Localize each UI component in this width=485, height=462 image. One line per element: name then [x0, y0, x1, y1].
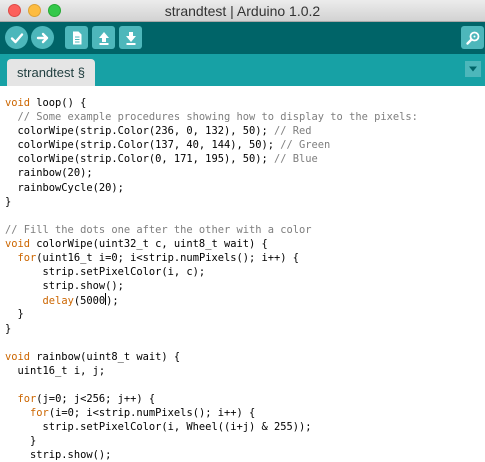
code-line[interactable]: strip.setPixelColor(i, Wheel((i+j) & 255… [5, 420, 418, 434]
code-token: } [5, 435, 37, 448]
code-comment: // Some example procedures showing how t… [5, 111, 418, 124]
code-token: ); [106, 295, 119, 308]
code-token: } [5, 195, 12, 208]
upload-button[interactable] [31, 26, 54, 49]
code-line[interactable] [5, 378, 418, 392]
code-keyword: for [17, 252, 37, 265]
code-line[interactable]: colorWipe(strip.Color(236, 0, 132), 50);… [5, 124, 418, 138]
code-token: strip.show(); [5, 449, 112, 462]
tab-menu-button[interactable] [465, 61, 481, 77]
code-line[interactable]: colorWipe(strip.Color(137, 40, 144), 50)… [5, 138, 418, 152]
code-token: (uint16_t i=0; i<strip.numPixels(); i++)… [36, 252, 300, 265]
open-button[interactable] [92, 26, 115, 49]
code-token: colorWipe(strip.Color(0, 171, 195), 50); [5, 153, 274, 166]
code-token: colorWipe(strip.Color(137, 40, 144), 50)… [5, 139, 281, 152]
code-text[interactable]: void loop() { // Some example procedures… [5, 96, 418, 462]
code-line[interactable]: strip.show(); [5, 448, 418, 462]
serial-monitor-button[interactable] [461, 26, 484, 49]
code-line[interactable]: rainbow(20); [5, 166, 418, 180]
code-line[interactable] [5, 209, 418, 223]
code-line[interactable]: } [5, 307, 418, 321]
code-keyword: for [30, 407, 49, 420]
code-comment: // Green [280, 139, 331, 152]
code-token: colorWipe(strip.Color(236, 0, 132), 50); [5, 125, 274, 138]
code-token: strip.setPixelColor(i, Wheel((i+j) & 255… [5, 421, 312, 434]
arrow-down-icon [125, 31, 136, 45]
code-keyword: void [5, 97, 31, 109]
code-line[interactable]: uint16_t i, j; [5, 364, 418, 378]
tab-bar: strandtest § [0, 54, 485, 86]
code-line[interactable]: // Some example procedures showing how t… [5, 110, 418, 124]
code-line[interactable]: void rainbow(uint8_t wait) { [5, 350, 418, 364]
code-comment: // Blue [274, 153, 318, 166]
code-line[interactable]: for(uint16_t i=0; i<strip.numPixels(); i… [5, 251, 418, 265]
code-comment: // Red [274, 125, 312, 138]
code-token: rainbowCycle(20); [5, 181, 124, 194]
checkmark-icon [10, 32, 23, 43]
code-token: rainbow(uint8_t wait) { [30, 350, 181, 363]
code-comment: // Fill the dots one after the other wit… [5, 223, 312, 236]
code-line[interactable]: delay(5000); [5, 293, 418, 307]
code-line[interactable]: // Fill the dots one after the other wit… [5, 223, 418, 237]
arrow-right-icon [36, 32, 48, 43]
magnifier-icon [465, 31, 479, 45]
arrow-up-icon [98, 31, 109, 45]
code-token: colorWipe(uint32_t c, uint8_t wait) { [30, 237, 268, 250]
code-line[interactable]: for(j=0; j<256; j++) { [5, 392, 418, 406]
code-keyword: delay [42, 295, 74, 308]
code-token: strip.setPixelColor(i, c); [5, 266, 206, 279]
code-keyword: for [17, 392, 37, 405]
code-token: loop() { [30, 97, 87, 109]
code-line[interactable]: for(i=0; i<strip.numPixels(); i++) { [5, 406, 418, 420]
new-button[interactable] [65, 26, 88, 49]
code-line[interactable]: rainbowCycle(20); [5, 181, 418, 195]
code-line[interactable]: } [5, 434, 418, 448]
code-line[interactable]: colorWipe(strip.Color(0, 171, 195), 50);… [5, 152, 418, 166]
code-keyword: void [5, 237, 31, 250]
code-token: rainbow(20); [5, 167, 93, 180]
code-line[interactable]: strip.setPixelColor(i, c); [5, 265, 418, 279]
code-token: (j=0; j<256; j++) { [36, 392, 156, 405]
code-line[interactable] [5, 336, 418, 350]
code-token: uint16_t i, j; [5, 364, 106, 377]
code-token: (i=0; i<strip.numPixels(); i++) { [48, 407, 256, 420]
title-bar: strandtest | Arduino 1.0.2 [0, 0, 485, 22]
tab-strandtest[interactable]: strandtest § [7, 59, 95, 86]
code-token: } [5, 322, 12, 335]
toolbar [0, 22, 485, 54]
save-button[interactable] [119, 26, 142, 49]
code-line[interactable]: void loop() { [5, 96, 418, 110]
code-line[interactable]: } [5, 195, 418, 209]
window-title: strandtest | Arduino 1.0.2 [164, 3, 321, 19]
document-icon [72, 31, 81, 44]
verify-button[interactable] [5, 26, 28, 49]
code-editor[interactable]: void loop() { // Some example procedures… [0, 86, 485, 461]
code-line[interactable]: void colorWipe(uint32_t c, uint8_t wait)… [5, 237, 418, 251]
code-token: strip.show(); [5, 280, 124, 293]
code-line[interactable]: } [5, 322, 418, 336]
code-keyword: void [5, 350, 31, 363]
triangle-down-icon [469, 66, 477, 72]
code-token: } [5, 308, 24, 321]
code-line[interactable]: strip.show(); [5, 279, 418, 293]
code-token: (5000 [73, 295, 106, 308]
